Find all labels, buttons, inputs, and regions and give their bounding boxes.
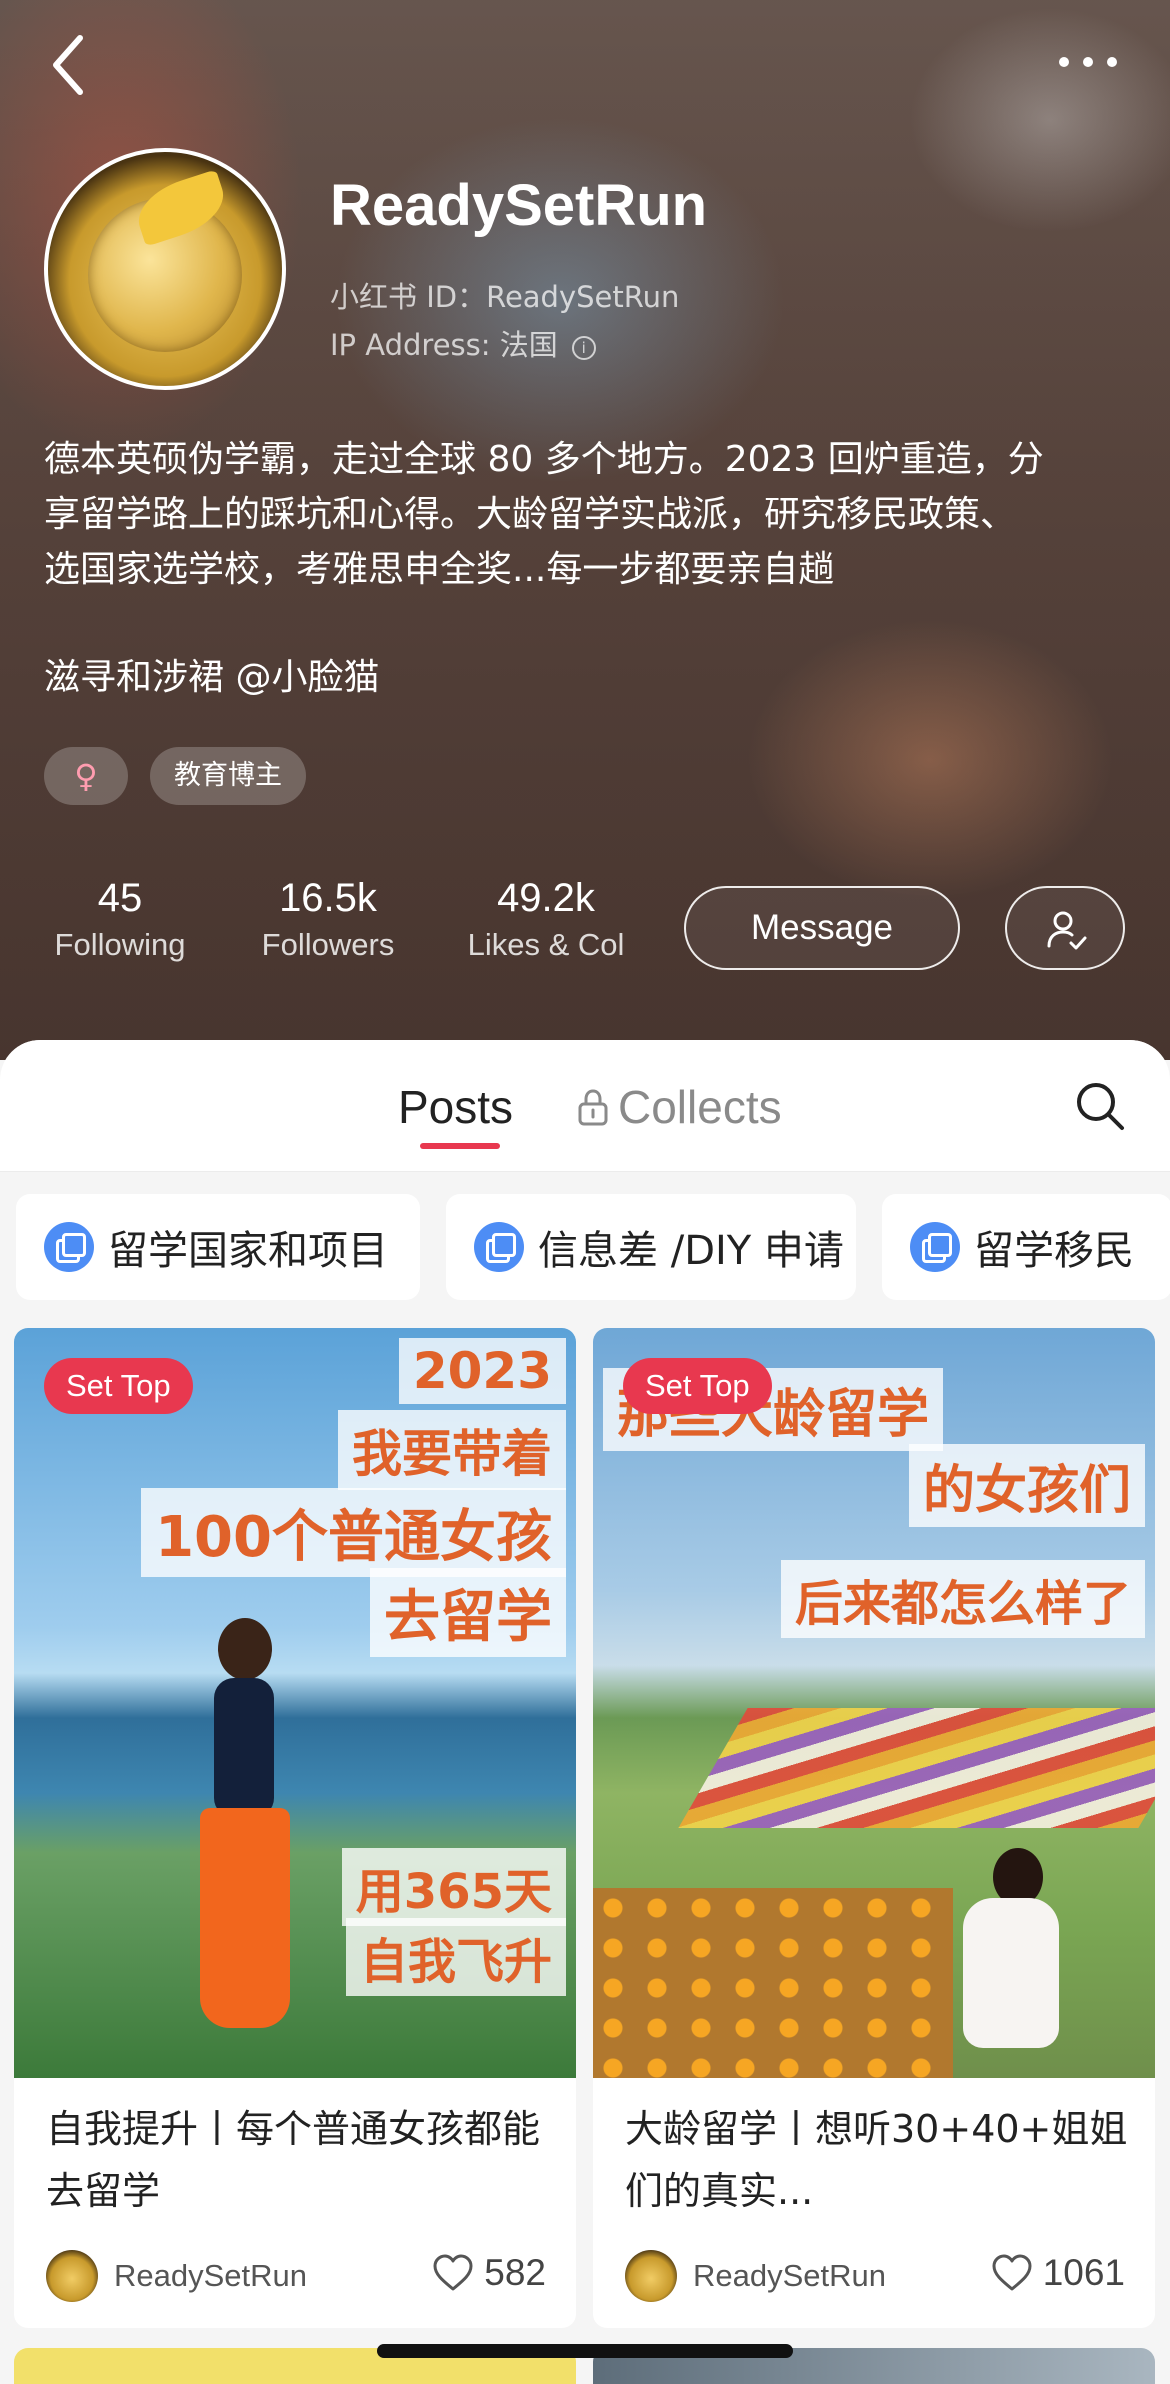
content-sheet: Posts Collects 留学国家和项目 信息差 /DIY 申请 留学移民 … [0,1040,1170,2384]
profile-username: ReadySetRun [330,173,708,238]
profile-tags: ♀ 教育博主 [44,747,306,805]
active-tab-indicator [420,1143,500,1149]
post-cover-image: 那些大龄留学 的女孩们 后来都怎么样了 Set Top [593,1328,1155,2078]
following-count: 45 [97,876,143,920]
cover-text: 的女孩们 [908,1444,1145,1527]
ip-address-text: IP Address: 法国 [330,328,558,362]
heart-icon [992,2254,1032,2291]
cover-text: 后来都怎么样了 [780,1560,1145,1638]
tab-collects-label: Collects [618,1081,782,1133]
profile-header: ReadySetRun 小红书 ID：ReadySetRun IP Addres… [0,0,1170,1060]
home-indicator[interactable] [377,2344,793,2358]
set-top-badge: Set Top [44,1358,193,1414]
author-name: ReadySetRun [114,2258,308,2293]
cover-text: 100个普通女孩 [141,1488,566,1577]
profile-bio: 德本英硕伪学霸，走过全球 80 多个地方。2023 回炉重造，分 享留学路上的踩… [44,432,1134,705]
post-card[interactable]: 2023 我要带着 100个普通女孩 去留学 用365天 自我飞升 Set To… [14,1328,576,2328]
followers-count: 16.5k [279,876,377,920]
tab-posts[interactable]: Posts [398,1080,513,1134]
album-icon [474,1222,524,1272]
album-icon [44,1222,94,1272]
more-dots-icon [1059,57,1117,67]
post-cover-image: 2023 我要带着 100个普通女孩 去留学 用365天 自我飞升 Set To… [14,1328,576,2078]
album-item[interactable]: 留学国家和项目 [16,1194,420,1300]
cover-text: 自我飞升 [345,1918,566,1996]
profile-tabbar: Posts Collects [0,1040,1170,1172]
bio-line: 选国家选学校，考雅思申全奖...每一步都要亲自趟 [44,549,835,590]
following-label: Following [54,927,186,962]
ip-address: IP Address: 法国 i [330,322,596,364]
album-label: 信息差 /DIY 申请 [538,1228,844,1274]
album-icon [910,1222,960,1272]
user-check-icon [1047,911,1087,950]
like-count: 582 [484,2252,546,2293]
message-button[interactable]: Message [684,886,960,970]
search-button[interactable] [1072,1078,1128,1134]
post-title: 大龄留学丨想听30+40+姐姐们的真实... [625,2107,1128,2213]
album-item[interactable]: 信息差 /DIY 申请 [446,1194,856,1300]
album-label: 留学国家和项目 [108,1228,388,1274]
more-options-button[interactable] [1048,40,1128,80]
bio-line: 滋寻和涉裙 @小脸猫 [44,657,380,698]
bio-line: 享留学路上的踩坑和心得。大龄留学实战派，研究移民政策、 [44,494,1017,535]
cover-text: 去留学 [370,1568,566,1657]
album-item[interactable]: 留学移民 [882,1194,1170,1300]
post-author[interactable]: ReadySetRun [625,2250,886,2302]
likes-count: 49.2k [497,876,595,920]
cover-text: 我要带着 [338,1410,566,1490]
author-avatar [46,2250,98,2302]
search-icon [1077,1083,1124,1130]
followers-label: Followers [261,927,395,962]
stat-followers[interactable]: 16.5k Followers [218,876,438,963]
profile-stats: 45 Following 16.5k Followers 49.2k Likes… [30,876,646,963]
post-author[interactable]: ReadySetRun [46,2250,307,2302]
profile-avatar[interactable] [44,148,286,390]
author-name: ReadySetRun [693,2258,887,2293]
info-icon[interactable]: i [571,336,596,360]
cover-text: 2023 [398,1338,566,1404]
back-button[interactable] [48,30,108,100]
author-avatar [625,2250,677,2302]
chevron-left-icon [53,35,83,95]
cover-text: 用365天 [341,1848,566,1926]
stat-likes-collects[interactable]: 49.2k Likes & Col [446,876,646,963]
lock-icon [578,1089,608,1126]
profile-id: 小红书 ID：ReadySetRun [330,280,680,314]
album-list: 留学国家和项目 信息差 /DIY 申请 留学移民 [16,1194,1170,1300]
like-button[interactable]: 1061 [991,2252,1125,2294]
album-label: 留学移民 [974,1228,1134,1274]
like-count: 1061 [1042,2252,1125,2293]
stat-following[interactable]: 45 Following [30,876,210,963]
heart-icon [433,2254,473,2291]
followed-user-button[interactable] [1005,886,1125,970]
gender-female-icon: ♀ [44,747,128,805]
post-card[interactable]: 那些大龄留学 的女孩们 后来都怎么样了 Set Top 大龄留学丨想听30+40… [593,1328,1155,2328]
set-top-badge: Set Top [623,1358,772,1414]
like-button[interactable]: 582 [432,2252,546,2294]
tag-education-blogger[interactable]: 教育博主 [150,747,306,805]
likes-label: Likes & Col [467,927,625,962]
post-title: 自我提升丨每个普通女孩都能去留学 [46,2107,541,2213]
tab-collects[interactable]: Collects [576,1080,782,1134]
bio-line: 德本英硕伪学霸，走过全球 80 多个地方。2023 回炉重造，分 [44,439,1044,480]
